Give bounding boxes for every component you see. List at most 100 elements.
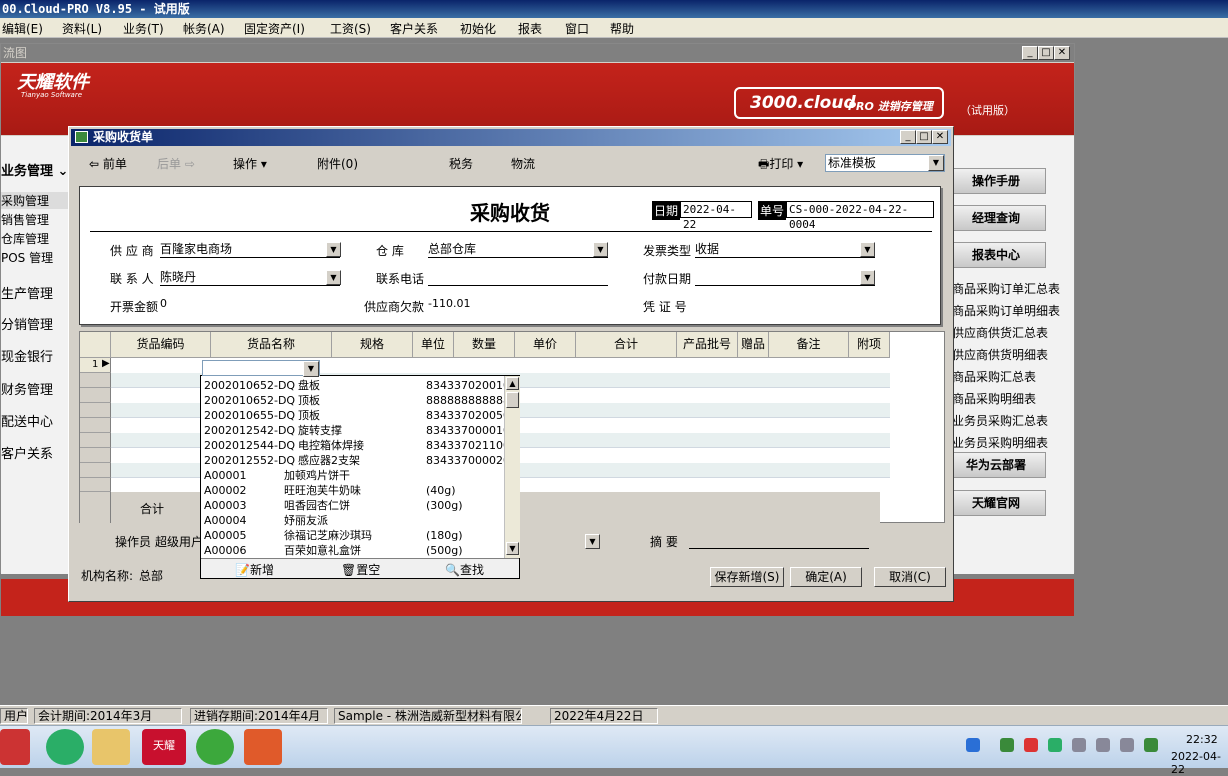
cancel-button[interactable]: 取消(C) <box>874 567 946 587</box>
ok-button[interactable]: 确定(A) <box>790 567 862 587</box>
dropdown-item[interactable]: 2002010652-DQ 顶板 8888888888888 <box>204 393 517 408</box>
menu-data[interactable]: 资料(L) <box>62 20 102 37</box>
dropdown-item[interactable]: A00005 徐福记芝麻沙琪玛 (180g) <box>204 528 502 543</box>
logistics-button[interactable]: 物流 <box>511 155 535 172</box>
col-header[interactable]: 数量 <box>454 332 515 358</box>
invoice-type-field[interactable]: 收据 <box>695 240 875 258</box>
nav-distribution[interactable]: 分销管理 <box>1 314 53 333</box>
col-header[interactable]: 备注 <box>769 332 849 358</box>
nav-crm[interactable]: 客户关系 <box>1 443 53 462</box>
nav-delivery[interactable]: 配送中心 <box>1 411 53 430</box>
row-header[interactable] <box>80 478 111 492</box>
wechat-icon[interactable] <box>46 729 84 765</box>
chevron-down-icon[interactable]: ▼ <box>326 242 341 257</box>
menu-reports[interactable]: 报表 <box>518 20 542 37</box>
report-link[interactable]: 商品采购订单汇总表 <box>952 280 1060 297</box>
col-header[interactable]: 货品名称 <box>211 332 332 358</box>
warehouse-field[interactable]: 总部仓库 <box>428 240 608 258</box>
browser-icon[interactable] <box>196 729 234 765</box>
nav-production[interactable]: 生产管理 <box>1 283 53 302</box>
clock-time[interactable]: 22:32 <box>1186 733 1218 746</box>
row-header[interactable]: 1 ▶ <box>80 358 111 373</box>
dropdown-item[interactable]: A00006 百荣如意礼盒饼 (500g) <box>204 543 502 558</box>
dialog-close-icon[interactable]: ✕ <box>932 130 948 144</box>
menu-help[interactable]: 帮助 <box>610 20 634 37</box>
tianyao-app-icon[interactable]: 天耀 <box>142 729 186 765</box>
ime-icon[interactable] <box>966 738 980 752</box>
report-link[interactable]: 商品采购订单明细表 <box>952 302 1060 319</box>
row-header[interactable] <box>80 448 111 463</box>
chevron-down-icon[interactable]: ▼ <box>326 270 341 285</box>
dropdown-item[interactable]: A00002 旺旺泡芙牛奶味 (40g) <box>204 483 502 498</box>
device-icon[interactable] <box>1096 738 1110 752</box>
minimize-icon[interactable]: _ <box>1022 46 1038 60</box>
menu-salary[interactable]: 工资(S) <box>330 20 371 37</box>
col-header[interactable]: 规格 <box>332 332 413 358</box>
clock-date[interactable]: 2022-04-22 <box>1171 750 1228 776</box>
scroll-down-icon[interactable]: ▼ <box>506 542 519 555</box>
report-link[interactable]: 商品采购明细表 <box>952 390 1036 407</box>
report-link[interactable]: 商品采购汇总表 <box>952 368 1036 385</box>
app-icon[interactable] <box>0 729 30 765</box>
col-header[interactable]: 合计 <box>576 332 677 358</box>
col-header[interactable]: 货品编码 <box>111 332 211 358</box>
nav-finance[interactable]: 财务管理 <box>1 379 53 398</box>
chevron-down-icon[interactable]: ▼ <box>593 242 608 257</box>
menu-crm[interactable]: 客户关系 <box>390 20 438 37</box>
close-icon[interactable]: ✕ <box>1054 46 1070 60</box>
menu-accounts[interactable]: 帐务(A) <box>183 20 225 37</box>
menu-window[interactable]: 窗口 <box>565 20 589 37</box>
maximize-icon[interactable]: □ <box>1038 46 1054 60</box>
volume-icon[interactable] <box>1072 738 1086 752</box>
dropdown-item[interactable]: A00003 咀香园杏仁饼 (300g) <box>204 498 502 513</box>
scroll-thumb[interactable] <box>506 392 519 408</box>
col-header[interactable]: 单位 <box>413 332 454 358</box>
folder-icon[interactable] <box>92 729 130 765</box>
network-icon[interactable] <box>1120 738 1134 752</box>
menu-business[interactable]: 业务(T) <box>123 20 164 37</box>
row-header[interactable] <box>80 373 111 388</box>
dropdown-item[interactable]: 2002010652-DQ 盘板 834337020010- <box>204 378 514 393</box>
chevron-down-icon[interactable]: ▼ <box>860 270 875 285</box>
col-header[interactable]: 产品批号 <box>677 332 738 358</box>
template-select[interactable]: 标准模板 ▼ <box>825 154 945 172</box>
nav-business-group[interactable]: 业务管理 ⌄ <box>1 160 68 179</box>
slides-icon[interactable] <box>244 729 282 765</box>
chevron-down-icon[interactable]: ▼ <box>860 242 875 257</box>
dropdown-item[interactable]: A00001 加顿鸡片饼干 <box>204 468 502 483</box>
menu-fixed-assets[interactable]: 固定资产(I) <box>244 20 305 37</box>
row-header[interactable] <box>80 433 111 448</box>
summary-field[interactable] <box>689 531 869 549</box>
clear-button[interactable]: 🗑置空 <box>341 561 380 578</box>
tax-button[interactable]: 税务 <box>449 155 473 172</box>
col-header[interactable]: 赠品 <box>738 332 769 358</box>
chevron-down-icon[interactable]: ▼ <box>303 361 319 377</box>
nav-pos[interactable]: POS 管理 <box>1 249 53 266</box>
col-header[interactable]: 附项 <box>849 332 890 358</box>
dropdown-scrollbar[interactable]: ▲ ▼ <box>504 376 520 558</box>
save-new-button[interactable]: 保存新增(S) <box>710 567 784 587</box>
report-link[interactable]: 供应商供货明细表 <box>952 346 1048 363</box>
menu-init[interactable]: 初始化 <box>460 20 496 37</box>
nav-cash-bank[interactable]: 现金银行 <box>1 346 53 365</box>
dropdown-item[interactable]: A00004 妤丽友派 <box>204 513 502 528</box>
chevron-down-icon[interactable]: ▼ <box>585 534 600 549</box>
menu-edit[interactable]: 编辑(E) <box>2 20 43 37</box>
new-item-button[interactable]: 📝新增 <box>235 561 274 578</box>
scroll-up-icon[interactable]: ▲ <box>506 377 519 390</box>
print-button[interactable]: 🖶打印 ▾ <box>758 155 803 176</box>
contact-field[interactable]: 陈晓丹 <box>160 268 340 286</box>
supplier-field[interactable]: 百隆家电商场 <box>160 240 340 258</box>
security-icon[interactable] <box>1144 738 1158 752</box>
find-button[interactable]: 🔍查找 <box>445 561 484 578</box>
report-link[interactable]: 业务员采购汇总表 <box>952 412 1048 429</box>
action-menu-button[interactable]: 操作 ▾ <box>233 155 267 172</box>
attachments-button[interactable]: 附件(0) <box>317 155 358 172</box>
dialog-minimize-icon[interactable]: _ <box>900 130 916 144</box>
date-field[interactable]: 2022-04-22 <box>680 201 752 231</box>
official-site-button[interactable]: 天耀官网 <box>946 490 1046 516</box>
next-button[interactable]: 后单 ⇨ <box>157 155 195 172</box>
dropdown-item[interactable]: 2002012544-DQ 电控箱体焊接 834337021100- <box>204 438 514 453</box>
wechat-tray-icon[interactable] <box>1048 738 1062 752</box>
nav-purchase[interactable]: 采购管理 <box>1 192 71 209</box>
